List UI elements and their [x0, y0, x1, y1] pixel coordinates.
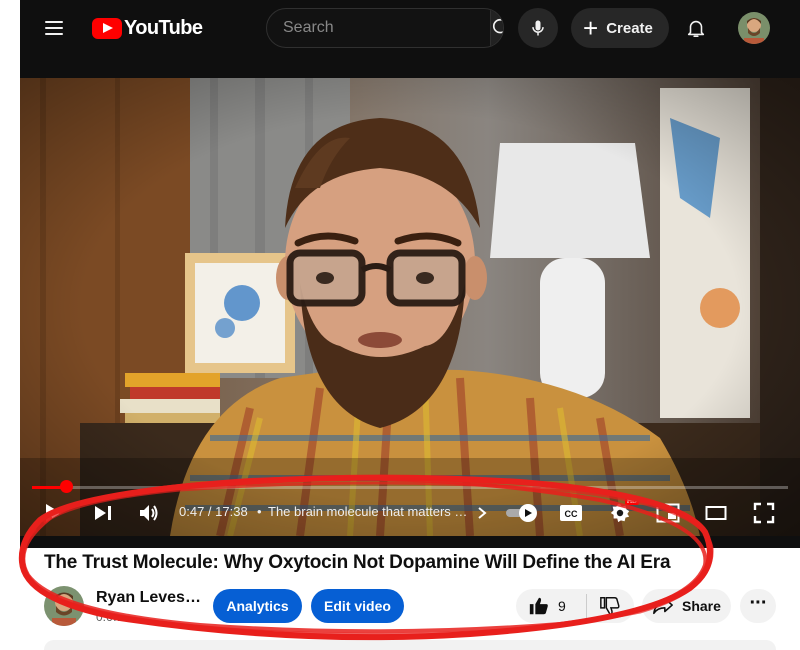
- mic-icon: [532, 20, 544, 36]
- share-button[interactable]: Share: [642, 589, 731, 623]
- like-button[interactable]: 9: [528, 595, 566, 617]
- theater-mode-button[interactable]: [702, 498, 730, 528]
- logo-text: YouTube: [124, 16, 203, 39]
- captions-icon: CC: [560, 505, 582, 521]
- subtitles-button[interactable]: CC: [558, 498, 584, 528]
- share-icon: [653, 597, 673, 615]
- video-player[interactable]: 0:47 / 17:38 • The brain molecule that m…: [20, 78, 800, 536]
- play-icon: [46, 504, 61, 522]
- more-icon: ···: [749, 592, 768, 614]
- progress-bar[interactable]: [32, 486, 788, 489]
- create-button[interactable]: + Create: [571, 8, 669, 48]
- settings-icon: [610, 503, 630, 523]
- youtube-logo[interactable]: YouTube: [92, 16, 203, 39]
- edit-video-button[interactable]: Edit video: [311, 589, 404, 623]
- more-actions-button[interactable]: ···: [740, 589, 776, 623]
- channel-name[interactable]: Ryan Leves…: [96, 589, 201, 607]
- play-button[interactable]: [38, 498, 68, 528]
- masthead: YouTube + Create: [20, 0, 800, 56]
- plus-icon: +: [583, 13, 599, 43]
- search-button[interactable]: [490, 9, 503, 47]
- channel-avatar[interactable]: [44, 586, 84, 626]
- volume-icon: [140, 505, 158, 521]
- thumbs-down-icon: [599, 597, 620, 615]
- youtube-logo-icon: [92, 17, 122, 39]
- dislike-button[interactable]: [599, 595, 621, 617]
- fullscreen-button[interactable]: [750, 498, 778, 528]
- share-label: Share: [682, 598, 721, 614]
- create-label: Create: [606, 19, 653, 37]
- video-frame: [20, 78, 800, 536]
- time-display: 0:47 / 17:38: [179, 504, 248, 519]
- chapter-chevron-button[interactable]: [472, 498, 492, 528]
- notifications-button[interactable]: [682, 14, 710, 42]
- search-input[interactable]: [267, 9, 490, 47]
- description-box[interactable]: [44, 640, 776, 650]
- bell-icon: [687, 20, 705, 38]
- voice-search-button[interactable]: [518, 8, 558, 48]
- thumbs-up-icon: [529, 597, 548, 615]
- search-icon: [492, 18, 503, 34]
- next-button[interactable]: [88, 498, 118, 528]
- account-avatar[interactable]: [738, 12, 770, 44]
- fullscreen-icon: [753, 502, 775, 524]
- miniplayer-icon: [656, 503, 680, 523]
- chevron-right-icon: [478, 507, 487, 519]
- video-title: The Trust Molecule: Why Oxytocin Not Dop…: [44, 552, 671, 573]
- autoplay-toggle[interactable]: [504, 498, 540, 528]
- search-box: [266, 8, 504, 48]
- autoplay-toggle-icon: [506, 504, 537, 522]
- svg-text:CC: CC: [565, 509, 578, 519]
- hd-badge: HD: [625, 498, 640, 505]
- analytics-button[interactable]: Analytics: [213, 589, 302, 623]
- theater-icon: [705, 506, 727, 520]
- divider: [585, 594, 587, 618]
- like-dislike-group: 9: [516, 589, 634, 623]
- mute-button[interactable]: [134, 498, 164, 528]
- miniplayer-button[interactable]: [654, 498, 682, 528]
- separator-dot: •: [257, 504, 262, 519]
- next-icon: [95, 506, 111, 520]
- chapter-title[interactable]: The brain molecule that matters …: [268, 504, 468, 519]
- scrubber-handle[interactable]: [60, 480, 74, 493]
- menu-icon[interactable]: [42, 16, 66, 40]
- like-count: 9: [558, 598, 566, 614]
- subscriber-count: 0.6…: [96, 610, 125, 624]
